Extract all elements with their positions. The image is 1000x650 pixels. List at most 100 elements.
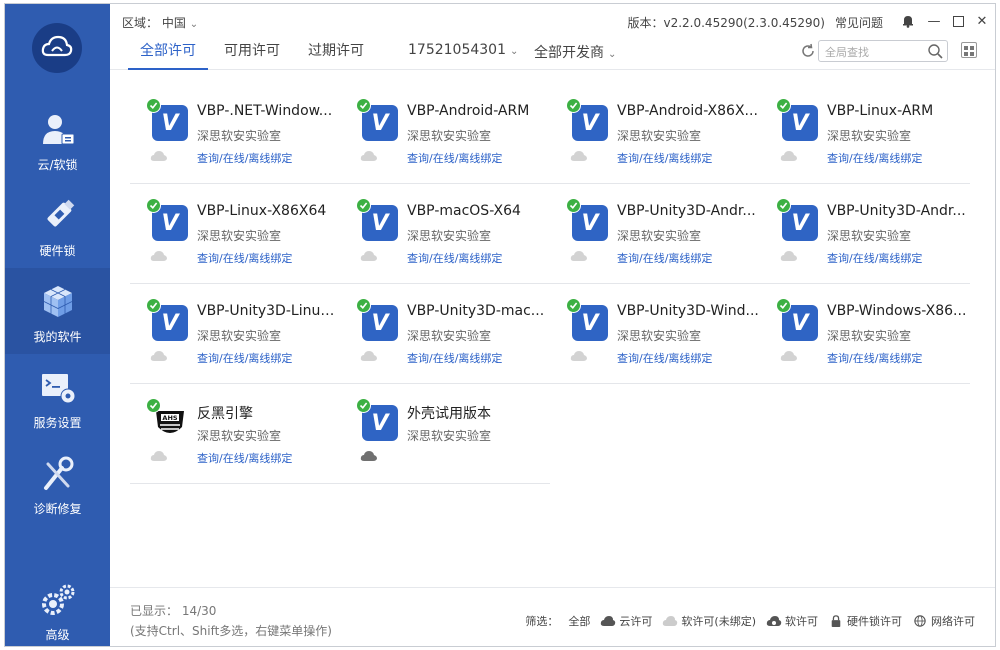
- filter-soft-unbound-label: 软许可(未绑定): [681, 615, 756, 628]
- check-icon: [356, 198, 371, 213]
- bind-link[interactable]: 查询/在线/离线绑定: [617, 250, 712, 266]
- tab-all-licenses[interactable]: 全部许可: [128, 40, 208, 70]
- check-icon: [776, 98, 791, 113]
- sidebar-item-diagnose-repair[interactable]: 诊断修复: [5, 440, 110, 526]
- cloud-icon: [150, 251, 167, 261]
- shown-count: 已显示： 14/30: [130, 604, 217, 618]
- app-window: 云/软锁 硬件锁 我的软件 服务设置 诊断修复 高级 区域： 中国 ⌄ 版本：v…: [4, 3, 996, 647]
- search-icon[interactable]: [927, 43, 943, 59]
- cloud-icon: [570, 351, 587, 361]
- filter-network-label: 网络许可: [931, 615, 975, 628]
- search-input[interactable]: 全局查找: [818, 40, 948, 62]
- software-card[interactable]: V VBP-Unity3D-Andr... 深思软安实验室 查询/在线/离线绑定: [760, 185, 970, 265]
- filter-cloud[interactable]: 云许可: [600, 613, 652, 629]
- grid-view-icon[interactable]: [961, 42, 977, 58]
- close-icon[interactable]: ✕: [973, 12, 991, 30]
- bind-link[interactable]: 查询/在线/离线绑定: [197, 250, 292, 266]
- maximize-icon[interactable]: [949, 12, 967, 30]
- sidebar-item-service-settings[interactable]: 服务设置: [5, 354, 110, 440]
- software-vendor: 深思软安实验室: [617, 229, 702, 243]
- cloud-icon: [570, 151, 587, 161]
- software-card[interactable]: V VBP-Android-ARM 深思软安实验室 查询/在线/离线绑定: [340, 85, 550, 165]
- software-card[interactable]: V VBP-Unity3D-Wind... 深思软安实验室 查询/在线/离线绑定: [550, 285, 760, 365]
- bind-link[interactable]: 查询/在线/离线绑定: [407, 350, 502, 366]
- check-icon: [146, 198, 161, 213]
- software-name: VBP-Linux-ARM: [827, 103, 934, 119]
- software-name: VBP-Android-X86X...: [617, 103, 758, 119]
- software-vendor: 深思软安实验室: [197, 329, 282, 343]
- software-card[interactable]: V VBP-Android-X86X... 深思软安实验室 查询/在线/离线绑定: [550, 85, 760, 165]
- filter-cloud-label: 云许可: [619, 615, 653, 628]
- software-card[interactable]: V VBP-Windows-X86... 深思软安实验室 查询/在线/离线绑定: [760, 285, 970, 365]
- software-vendor: 深思软安实验室: [827, 129, 912, 143]
- repair-tools-icon: [43, 456, 73, 490]
- sidebar-item-hardware-lock[interactable]: 硬件锁: [5, 182, 110, 268]
- sidebar-item-my-software[interactable]: 我的软件: [5, 268, 110, 354]
- software-vendor: 深思软安实验室: [407, 429, 492, 443]
- check-icon: [146, 398, 161, 413]
- check-icon: [356, 298, 371, 313]
- refresh-icon[interactable]: [799, 42, 817, 60]
- software-name: 外壳试用版本: [407, 406, 491, 422]
- filter-soft-unbound[interactable]: 软许可(未绑定): [662, 613, 756, 629]
- cube-icon: [43, 286, 72, 317]
- filter-soft[interactable]: 软许可: [766, 613, 818, 629]
- software-name: VBP-Unity3D-Andr...: [617, 203, 756, 219]
- bell-icon[interactable]: [899, 12, 917, 30]
- bind-link[interactable]: 查询/在线/离线绑定: [827, 350, 922, 366]
- cloud-icon: [360, 151, 377, 161]
- software-name: VBP-Android-ARM: [407, 103, 530, 119]
- cloud-icon: [780, 351, 797, 361]
- gears-icon: [41, 584, 74, 615]
- region-selector[interactable]: 区域： 中国 ⌄: [122, 14, 198, 31]
- developer-selector[interactable]: 全部开发商 ⌄: [534, 42, 616, 62]
- bind-link[interactable]: 查询/在线/离线绑定: [407, 250, 502, 266]
- tab-available-licenses[interactable]: 可用许可: [212, 40, 292, 70]
- software-card[interactable]: V 外壳试用版本 深思软安实验室: [340, 385, 550, 465]
- account-selector[interactable]: 17521054301 ⌄: [408, 42, 518, 58]
- software-card[interactable]: V VBP-Unity3D-Andr... 深思软安实验室 查询/在线/离线绑定: [550, 185, 760, 265]
- license-type-filters: 筛选： 全部 云许可 软许可(未绑定) 软许可 硬件锁许可 网络许可: [525, 613, 975, 629]
- software-card[interactable]: V VBP-.NET-Window... 深思软安实验室 查询/在线/离线绑定: [130, 85, 340, 165]
- minimize-icon[interactable]: —: [925, 12, 943, 30]
- bind-link[interactable]: 查询/在线/离线绑定: [827, 250, 922, 266]
- check-icon: [356, 398, 371, 413]
- software-vendor: 深思软安实验室: [197, 129, 282, 143]
- software-card[interactable]: V VBP-Unity3D-mac... 深思软安实验室 查询/在线/离线绑定: [340, 285, 550, 365]
- bind-link[interactable]: 查询/在线/离线绑定: [617, 150, 712, 166]
- filter-hardware[interactable]: 硬件锁许可: [828, 613, 902, 629]
- check-icon: [566, 298, 581, 313]
- footer: 已显示： 14/30 (支持Ctrl、Shift多选，右键菜单操作) 筛选： 全…: [110, 587, 995, 646]
- software-card[interactable]: AHS 反黑引擎 深思软安实验室 查询/在线/离线绑定: [130, 385, 340, 465]
- bind-link[interactable]: 查询/在线/离线绑定: [407, 150, 502, 166]
- filter-network[interactable]: 网络许可: [912, 613, 975, 629]
- sidebar-item-cloud-lock[interactable]: 云/软锁: [5, 96, 110, 182]
- search-placeholder: 全局查找: [825, 46, 869, 59]
- software-card[interactable]: V VBP-Unity3D-Linux... 深思软安实验室 查询/在线/离线绑定: [130, 285, 340, 365]
- cloud-icon: [150, 151, 167, 161]
- software-vendor: 深思软安实验室: [197, 429, 282, 443]
- sidebar-item-label: 硬件锁: [39, 244, 76, 258]
- bind-link[interactable]: 查询/在线/离线绑定: [617, 350, 712, 366]
- check-icon: [566, 198, 581, 213]
- cloud-gear-icon: [766, 616, 782, 626]
- filter-label: 筛选：: [525, 615, 559, 628]
- sidebar-item-advanced[interactable]: 高级: [5, 566, 110, 646]
- faq-link[interactable]: 常见问题: [835, 14, 883, 31]
- check-icon: [776, 198, 791, 213]
- check-icon: [146, 98, 161, 113]
- filter-soft-label: 软许可: [785, 615, 818, 628]
- software-card[interactable]: V VBP-Linux-ARM 深思软安实验室 查询/在线/离线绑定: [760, 85, 970, 165]
- cloud-icon: [150, 451, 167, 461]
- tab-expired-licenses[interactable]: 过期许可: [296, 40, 376, 70]
- software-card[interactable]: V VBP-Linux-X86X64 深思软安实验室 查询/在线/离线绑定: [130, 185, 340, 265]
- bind-link[interactable]: 查询/在线/离线绑定: [197, 150, 292, 166]
- filter-all-label: 全部: [568, 615, 591, 628]
- bind-link[interactable]: 查询/在线/离线绑定: [827, 150, 922, 166]
- bind-link[interactable]: 查询/在线/离线绑定: [197, 350, 292, 366]
- filter-all[interactable]: 全部: [568, 613, 590, 629]
- cloud-icon: [780, 251, 797, 261]
- software-card[interactable]: V VBP-macOS-X64 深思软安实验室 查询/在线/离线绑定: [340, 185, 550, 265]
- bind-link[interactable]: 查询/在线/离线绑定: [197, 450, 292, 466]
- cloud-logo-icon: [41, 35, 73, 57]
